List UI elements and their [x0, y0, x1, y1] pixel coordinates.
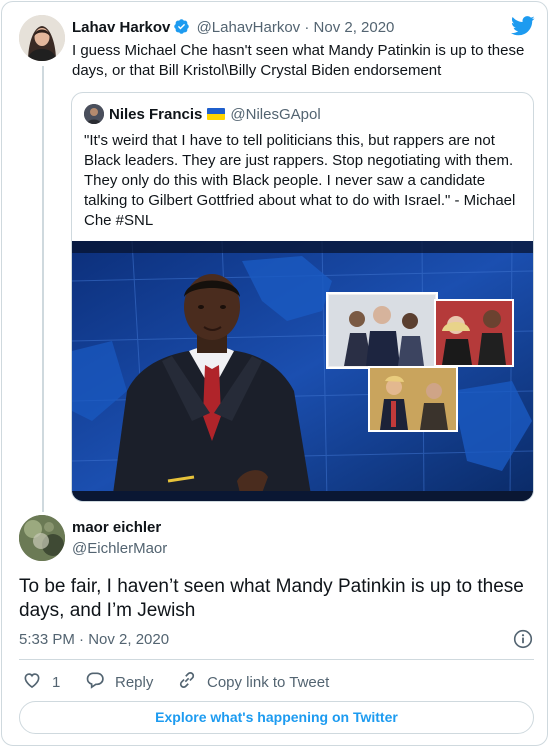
- quoted-author-handle: @NilesGApol: [230, 106, 321, 123]
- reply-author-avatar[interactable]: [19, 515, 65, 561]
- copy-link-button[interactable]: Copy link to Tweet: [177, 670, 329, 696]
- quoted-tweet-header: Niles Francis @NilesGApol: [84, 104, 321, 125]
- quoted-author-avatar: [84, 104, 104, 124]
- quoted-tweet-text: "It's weird that I have to tell politici…: [84, 132, 516, 229]
- reply-timestamp[interactable]: 5:33 PM · Nov 2, 2020: [19, 630, 169, 650]
- divider: [19, 659, 534, 660]
- like-count: 1: [52, 674, 61, 691]
- explore-twitter-button[interactable]: Explore what's happening on Twitter: [19, 701, 534, 734]
- thread-connector-line: [42, 66, 44, 512]
- ukraine-flag-icon: [207, 108, 226, 120]
- quoted-author-name: Niles Francis: [109, 106, 203, 123]
- verified-badge-icon: [173, 18, 190, 41]
- author-handle[interactable]: @LahavHarkov: [197, 19, 301, 36]
- reply-label: Reply: [115, 674, 154, 691]
- reply-author-name[interactable]: maor eichler: [72, 518, 161, 538]
- quoted-tweet[interactable]: Niles Francis @NilesGApol "It's weird tha…: [71, 92, 534, 502]
- reply-author-handle[interactable]: @EichlerMaor: [72, 539, 167, 559]
- author-avatar[interactable]: [19, 15, 65, 61]
- like-button[interactable]: 1: [22, 670, 60, 696]
- twitter-logo-icon[interactable]: [511, 16, 535, 41]
- reply-bubble-icon: [85, 670, 115, 696]
- reply-tweet-text: To be fair, I haven’t seen what Mandy Pa…: [19, 576, 524, 621]
- heart-icon: [22, 670, 52, 696]
- link-icon: [177, 670, 207, 696]
- reply-button[interactable]: Reply: [85, 670, 153, 696]
- original-tweet-header: Lahav Harkov @LahavHarkov · Nov 2, 2020: [72, 18, 394, 41]
- info-icon[interactable]: [513, 629, 533, 654]
- original-tweet-text: I guess Michael Che hasn't seen what Man…: [72, 42, 525, 79]
- quoted-tweet-photo[interactable]: [72, 240, 533, 501]
- copy-link-label: Copy link to Tweet: [207, 674, 330, 691]
- author-name[interactable]: Lahav Harkov: [72, 19, 170, 36]
- tweet-date[interactable]: Nov 2, 2020: [314, 19, 395, 36]
- tweet-embed-card: Lahav Harkov @LahavHarkov · Nov 2, 2020 …: [1, 1, 548, 746]
- header-separator: ·: [304, 19, 310, 36]
